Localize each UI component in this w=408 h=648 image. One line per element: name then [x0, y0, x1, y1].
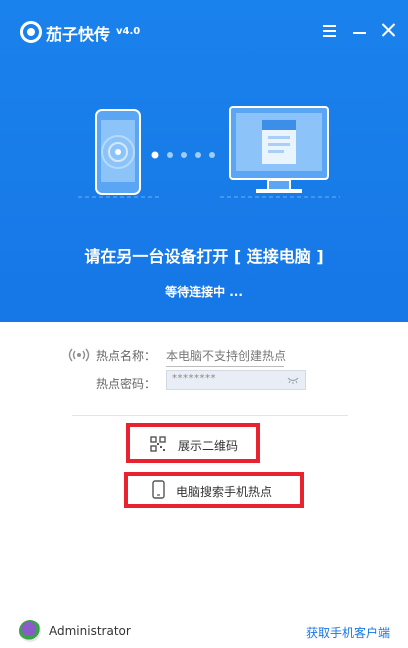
- search-phone-hotspot-label: 电脑搜索手机热点: [176, 485, 273, 499]
- hotspot-password-label: 热点密码：: [96, 377, 157, 391]
- menu-icon[interactable]: [318, 18, 342, 42]
- title-bar: 茄子快传 v4.0: [0, 0, 408, 64]
- app-logo-icon: [20, 21, 42, 43]
- progress-dots-icon: [151, 151, 215, 159]
- phone-icon: [152, 480, 165, 499]
- hotspot-name-label: 热点名称：: [96, 349, 157, 363]
- qr-code-icon: [150, 436, 166, 452]
- search-phone-hotspot-button[interactable]: 电脑搜索手机热点: [124, 472, 304, 508]
- minimize-icon[interactable]: [348, 18, 372, 42]
- hotspot-name-field[interactable]: 本电脑不支持创建热点: [166, 347, 286, 367]
- wifi-signal-icon: [68, 348, 90, 362]
- app-name: 茄子快传: [46, 25, 111, 44]
- phone-illustration-icon: [95, 109, 141, 195]
- connection-status: 等待连接中 ...: [165, 285, 243, 299]
- connection-illustration: [78, 106, 340, 198]
- connect-instruction: 请在另一台设备打开 [ 连接电脑 ]: [84, 247, 324, 266]
- app-version: v4.0: [116, 26, 141, 37]
- show-qr-code-label: 展示二维码: [178, 439, 239, 453]
- close-icon[interactable]: [377, 18, 401, 42]
- eye-icon[interactable]: [287, 376, 299, 384]
- username: Administrator: [49, 624, 131, 638]
- monitor-illustration-icon: [229, 106, 329, 193]
- hotspot-password-value: ********: [172, 373, 216, 384]
- show-qr-code-button[interactable]: 展示二维码: [126, 423, 260, 463]
- divider: [72, 415, 348, 416]
- hotspot-password-field[interactable]: ********: [166, 370, 306, 390]
- avatar[interactable]: [19, 620, 41, 642]
- get-mobile-client-link[interactable]: 获取手机客户端: [306, 624, 390, 641]
- connect-header: 茄子快传 v4.0 请在另一台设备打开 [连接电脑] 等待连接中 ...: [0, 0, 408, 322]
- hotspot-panel: 热点名称： 本电脑不支持创建热点 热点密码： ******** 展示二维码 电脑…: [0, 322, 408, 648]
